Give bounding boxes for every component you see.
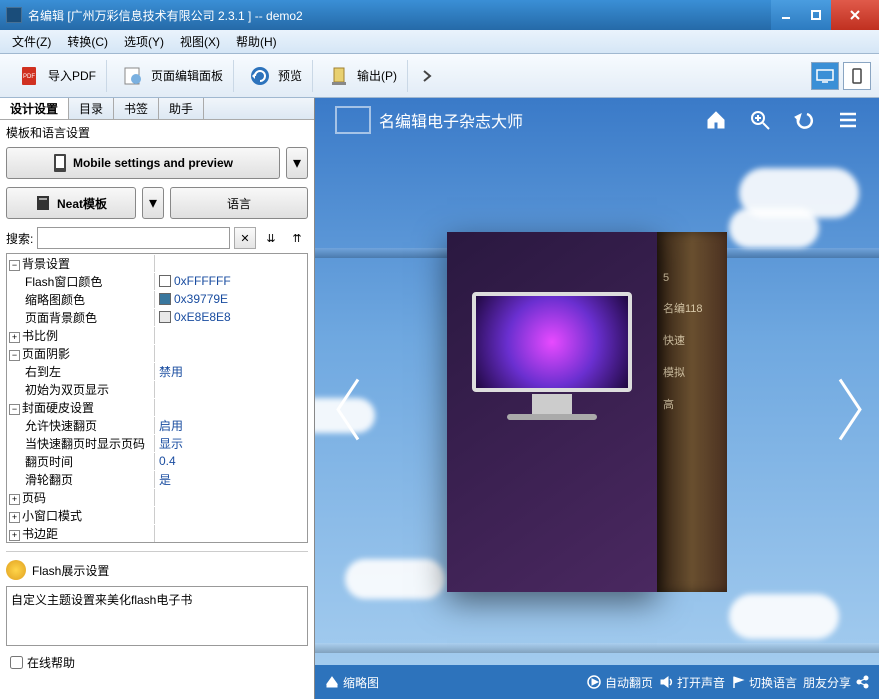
menu-list-icon[interactable]	[837, 109, 859, 131]
tree-collapse-icon[interactable]: −	[9, 404, 20, 415]
desktop-view-button[interactable]	[811, 62, 839, 90]
thumbs-icon	[325, 675, 339, 689]
zoom-in-icon[interactable]	[749, 109, 771, 131]
edit-page-icon	[121, 64, 145, 88]
edit-panel-button[interactable]: 页面编辑面板	[111, 60, 234, 92]
preview-bottom-bar: 缩略图 自动翻页 打开声音 切换语言 朋友分享	[315, 665, 879, 699]
template-group-label: 模板和语言设置	[0, 120, 314, 143]
brand-icon	[335, 106, 371, 134]
preview-panel: 名编辑电子杂志大师 5 名编118 快速	[315, 98, 879, 699]
menu-view[interactable]: 视图(X)	[172, 31, 228, 52]
tree-expand-icon[interactable]: +	[9, 494, 20, 505]
color-swatch[interactable]	[159, 275, 171, 287]
flash-description: 自定义主题设置来美化flash电子书	[6, 586, 308, 646]
preview-button[interactable]: 预览	[238, 60, 313, 92]
monitor-image	[472, 292, 632, 392]
neat-dropdown-button[interactable]: ▾	[142, 187, 164, 219]
flash-settings-label: Flash展示设置	[32, 562, 109, 579]
pdf-icon: PDF	[18, 64, 42, 88]
tree-collapse-icon[interactable]: −	[9, 350, 20, 361]
prop-page-bg-color[interactable]: 页面背景颜色	[7, 309, 155, 326]
phone-icon	[53, 153, 67, 173]
tree-expand-icon[interactable]: +	[9, 512, 20, 523]
prop-fast-flip[interactable]: 允许快速翻页	[7, 417, 155, 434]
play-icon	[587, 675, 601, 689]
switch-language-button[interactable]: 切换语言	[731, 674, 797, 691]
share-button[interactable]: 朋友分享	[803, 674, 869, 691]
export-icon	[327, 64, 351, 88]
prop-wheel-flip[interactable]: 滑轮翻页	[7, 471, 155, 488]
close-button[interactable]	[831, 0, 879, 30]
book-cover	[447, 232, 657, 592]
neat-template-button[interactable]: Neat模板	[6, 187, 136, 219]
clear-search-button[interactable]: ✕	[234, 227, 256, 249]
prev-page-button[interactable]	[333, 374, 363, 449]
toolbar: PDF 导入PDF 页面编辑面板 预览 输出(P)	[0, 54, 879, 98]
search-label: 搜索:	[6, 230, 33, 247]
color-swatch[interactable]	[159, 293, 171, 305]
prop-thumb-color[interactable]: 缩略图颜色	[7, 291, 155, 308]
mobile-dropdown-button[interactable]: ▾	[286, 147, 308, 179]
sort-down-button[interactable]: ⇊	[260, 227, 282, 249]
menu-convert[interactable]: 转换(C)	[59, 31, 116, 52]
thumbnails-button[interactable]: 缩略图	[325, 674, 379, 691]
mobile-settings-button[interactable]: Mobile settings and preview	[6, 147, 280, 179]
menubar: 文件(Z) 转换(C) 选项(Y) 视图(X) 帮助(H)	[0, 30, 879, 54]
book-icon	[35, 194, 51, 212]
preview-brand: 名编辑电子杂志大师	[335, 106, 523, 134]
online-help-label: 在线帮助	[27, 654, 75, 671]
prop-flash-color[interactable]: Flash窗口颜色	[7, 273, 155, 290]
more-button[interactable]	[412, 60, 442, 92]
sort-up-button[interactable]: ⇈	[286, 227, 308, 249]
sound-button[interactable]: 打开声音	[659, 674, 725, 691]
svg-text:PDF: PDF	[23, 74, 35, 80]
color-swatch[interactable]	[159, 311, 171, 323]
share-icon	[855, 675, 869, 689]
refresh-icon	[248, 64, 272, 88]
import-pdf-button[interactable]: PDF 导入PDF	[8, 60, 107, 92]
tree-expand-icon[interactable]: +	[9, 332, 20, 343]
next-page-button[interactable]	[835, 374, 865, 449]
search-input[interactable]	[37, 227, 230, 249]
tab-toc[interactable]: 目录	[69, 98, 114, 119]
prop-initial-spread[interactable]: 初始为双页显示	[7, 381, 155, 398]
minimize-button[interactable]	[771, 0, 801, 30]
language-button[interactable]: 语言	[170, 187, 308, 219]
window-title: 名编辑 [广州万彩信息技术有限公司 2.3.1 ] -- demo2	[28, 7, 771, 24]
tree-expand-icon[interactable]: +	[9, 530, 20, 541]
prop-rtl[interactable]: 右到左	[7, 363, 155, 380]
flipbook[interactable]: 5 名编118 快速 模拟 高	[447, 232, 747, 592]
export-button[interactable]: 输出(P)	[317, 60, 408, 92]
home-icon[interactable]	[705, 109, 727, 131]
tab-assistant[interactable]: 助手	[159, 98, 204, 119]
sound-icon	[659, 675, 673, 689]
tree-collapse-icon[interactable]: −	[9, 260, 20, 271]
panel-tabs: 设计设置 目录 书签 助手	[0, 98, 314, 120]
undo-icon[interactable]	[793, 109, 815, 131]
online-help-checkbox[interactable]	[10, 656, 23, 669]
app-icon	[6, 7, 22, 23]
tab-design[interactable]: 设计设置	[0, 98, 69, 119]
book-spine: 5 名编118 快速 模拟 高	[657, 232, 727, 592]
window-titlebar: 名编辑 [广州万彩信息技术有限公司 2.3.1 ] -- demo2	[0, 0, 879, 30]
mobile-view-button[interactable]	[843, 62, 871, 90]
left-panel: 设计设置 目录 书签 助手 模板和语言设置 Mobile settings an…	[0, 98, 315, 699]
flag-icon	[731, 675, 745, 689]
tab-bookmark[interactable]: 书签	[114, 98, 159, 119]
menu-help[interactable]: 帮助(H)	[228, 31, 285, 52]
maximize-button[interactable]	[801, 0, 831, 30]
prop-flip-time[interactable]: 翻页时间	[7, 453, 155, 470]
prop-show-pagenum[interactable]: 当快速翻页时显示页码	[7, 435, 155, 452]
menu-file[interactable]: 文件(Z)	[4, 31, 59, 52]
chevron-right-icon	[422, 68, 432, 84]
auto-flip-button[interactable]: 自动翻页	[587, 674, 653, 691]
flash-settings-icon	[6, 560, 26, 580]
menu-options[interactable]: 选项(Y)	[116, 31, 172, 52]
property-tree[interactable]: −背景设置 Flash窗口颜色0xFFFFFF 缩略图颜色0x39779E 页面…	[6, 253, 308, 543]
